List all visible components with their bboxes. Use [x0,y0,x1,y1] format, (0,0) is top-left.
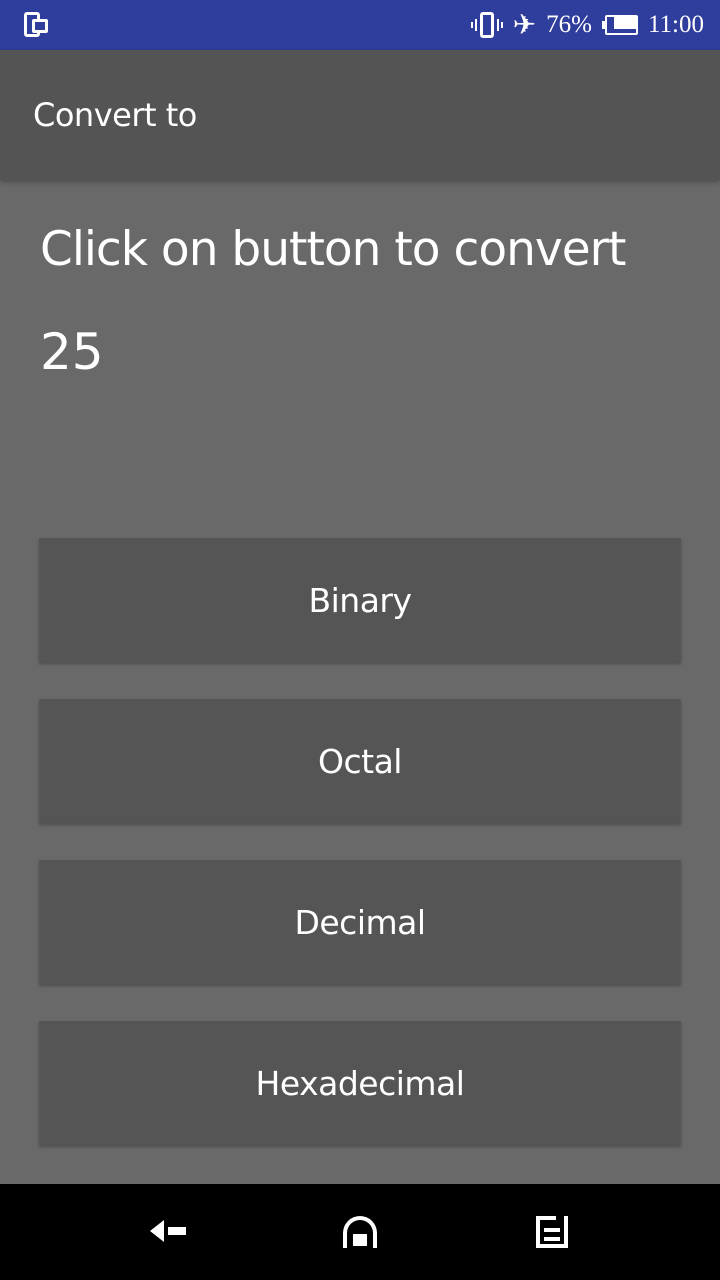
binary-button[interactable]: Binary [39,538,681,662]
recent-apps-icon[interactable] [532,1212,572,1252]
back-icon[interactable] [148,1212,188,1252]
battery-icon [601,15,638,35]
number-value: 25 [40,323,104,381]
instruction-text: Click on button to convert [40,222,626,277]
home-icon[interactable] [340,1212,380,1252]
hexadecimal-button[interactable]: Hexadecimal [39,1021,681,1145]
screen-mirror-icon [22,11,50,39]
battery-percent: 76% [546,11,592,38]
status-bar: ✈ 76% 11:00 [0,0,720,50]
octal-button[interactable]: Octal [39,699,681,823]
airplane-icon: ✈ [512,8,537,41]
vibrate-icon [470,11,503,39]
decimal-button[interactable]: Decimal [39,860,681,984]
app-bar: Convert to [0,50,720,180]
navigation-bar [0,1184,720,1280]
app-title: Convert to [33,96,197,134]
clock: 11:00 [647,11,704,38]
